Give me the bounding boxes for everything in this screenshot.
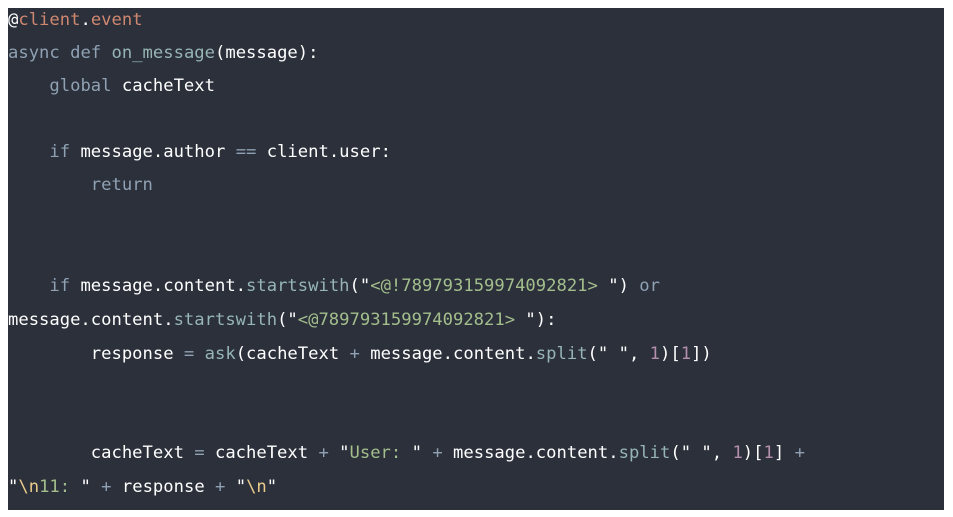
code-token: <@789793159974092821> <box>297 310 526 330</box>
code-token: " <box>225 477 247 497</box>
code-token: message.content. <box>8 310 174 330</box>
code-token: if <box>49 276 71 296</box>
code-line: @client.event <box>8 8 143 32</box>
code-token: if <box>49 142 71 162</box>
code-line: if message.content.startswith("<@!789793… <box>8 274 660 298</box>
code-token: (message): <box>215 43 319 63</box>
code-token: = <box>183 344 195 364</box>
code-token: message.author <box>70 142 236 162</box>
code-token: cacheText <box>204 443 319 463</box>
code-token: global <box>49 76 112 96</box>
code-token: async <box>8 43 60 63</box>
code-token: ]) <box>691 344 712 364</box>
code-token: + <box>318 443 329 463</box>
code-token: ask <box>204 344 236 364</box>
code-token: or <box>639 276 660 296</box>
code-token: response <box>111 477 216 497</box>
code-token: )[ <box>660 344 681 364</box>
code-token: )[ <box>742 443 764 463</box>
code-token: \n <box>246 477 267 497</box>
code-line: message.content.startswith("<@7897931599… <box>8 308 556 332</box>
code-token: 1 <box>732 443 743 463</box>
code-token: " <box>411 443 433 463</box>
code-token: " <box>266 477 278 497</box>
code-token: event <box>90 10 143 30</box>
code-token: cacheText <box>111 76 215 96</box>
code-token: message.content. <box>359 344 536 364</box>
code-token: (" <box>277 310 298 330</box>
code-line: return <box>8 173 153 197</box>
code-line: async def on_message(message): <box>8 41 318 65</box>
code-token: + <box>432 443 443 463</box>
code-token: ] <box>773 443 795 463</box>
code-line: response = ask(cacheText + message.conte… <box>8 342 712 366</box>
code-token: + <box>349 344 360 364</box>
code-token: + <box>794 443 805 463</box>
code-token: "): <box>525 310 557 330</box>
code-token: <@!789793159974092821> <box>370 276 609 296</box>
code-token: = <box>194 443 205 463</box>
code-token: " <box>328 443 350 463</box>
code-token: (" ", <box>670 443 733 463</box>
code-token: " <box>80 477 102 497</box>
code-token: (" <box>349 276 371 296</box>
code-token: message.content. <box>442 443 619 463</box>
code-token: 1 <box>763 443 774 463</box>
code-token: cacheText <box>8 443 195 463</box>
code-token: startswith <box>246 276 350 296</box>
code-token: + <box>101 477 112 497</box>
code-line: cacheText = cacheText + "User: " + messa… <box>8 441 805 465</box>
code-token: (" ", <box>587 344 650 364</box>
code-token: client.user: <box>256 142 391 162</box>
code-token: on_message <box>111 43 215 63</box>
code-token: User: <box>349 443 412 463</box>
code-token: def <box>70 43 102 63</box>
code-token: @ <box>8 10 19 30</box>
code-token: 11: <box>39 477 81 497</box>
code-token: (cacheText <box>235 344 350 364</box>
code-token: message.content. <box>70 276 247 296</box>
code-token: " <box>8 477 19 497</box>
code-token: client <box>18 10 81 30</box>
code-token: \n <box>18 477 40 497</box>
code-token: response <box>8 344 184 364</box>
code-token: return <box>90 175 153 195</box>
code-token: ") <box>608 276 640 296</box>
code-token: 1 <box>680 344 692 364</box>
code-token: split <box>618 443 671 463</box>
code-line: if message.author == client.user: <box>8 140 391 164</box>
code-token: startswith <box>173 310 278 330</box>
code-token: . <box>80 10 91 30</box>
code-block: @client.event async def on_message(messag… <box>8 8 944 510</box>
code-line: "\n11: " + response + "\n" <box>8 475 277 499</box>
code-token: == <box>235 142 257 162</box>
code-line: global cacheText <box>8 74 215 98</box>
code-token: 1 <box>649 344 660 364</box>
code-token: split <box>535 344 588 364</box>
code-token: + <box>215 477 226 497</box>
